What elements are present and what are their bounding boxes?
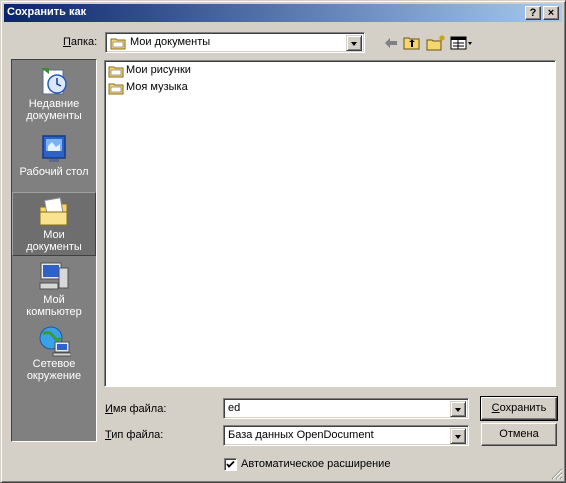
auto-extension-checkbox[interactable] xyxy=(224,458,237,471)
place-my-documents-line2: документы xyxy=(26,241,82,253)
back-icon xyxy=(385,38,397,48)
filename-label: Имя файла: xyxy=(105,403,167,415)
file-name: Мои рисунки xyxy=(126,64,191,76)
folder-value: Мои документы xyxy=(130,36,211,48)
desktop-icon xyxy=(42,135,66,162)
view-menu-icon xyxy=(450,36,472,50)
save-button[interactable]: Сохранить xyxy=(480,396,558,421)
window-title: Сохранить как xyxy=(7,6,87,18)
filetype-dropdown-button[interactable] xyxy=(450,428,466,444)
auto-extension-label[interactable]: Автоматическое расширение xyxy=(241,458,390,470)
back-button[interactable] xyxy=(381,34,401,52)
folder-dropdown-button[interactable] xyxy=(346,35,362,51)
filename-dropdown-button[interactable] xyxy=(450,401,466,417)
file-list[interactable]: Мои рисунки Моя музыка xyxy=(104,60,556,387)
new-folder-button[interactable] xyxy=(425,34,445,52)
cancel-button[interactable]: Отмена xyxy=(481,423,557,446)
place-my-documents[interactable]: Мои документы xyxy=(12,192,96,256)
filetype-label: Тип файла: xyxy=(105,429,164,441)
check-icon xyxy=(226,460,235,468)
new-folder-icon xyxy=(426,35,445,51)
filetype-select[interactable]: База данных OpenDocument xyxy=(223,425,469,446)
view-menu-button[interactable] xyxy=(450,34,474,52)
place-desktop[interactable]: Рабочий стол xyxy=(12,130,96,192)
place-my-computer[interactable]: Мой компьютер xyxy=(12,260,96,322)
place-recent-line2: документы xyxy=(26,110,82,122)
folder-combobox[interactable]: Мои документы xyxy=(105,32,365,53)
folder-icon xyxy=(110,38,126,50)
filename-value: ed xyxy=(228,402,241,414)
up-folder-button[interactable] xyxy=(402,34,422,52)
place-network-line1: Сетевое xyxy=(32,358,76,370)
filename-input[interactable]: ed xyxy=(223,398,469,419)
places-bar: Недавние документы Рабочий стол Мои доку… xyxy=(11,59,97,442)
resize-grip-icon[interactable] xyxy=(551,468,563,480)
network-icon xyxy=(39,326,71,357)
my-computer-icon xyxy=(39,262,69,290)
place-recent-documents[interactable]: Недавние документы xyxy=(12,62,96,128)
close-button[interactable]: × xyxy=(543,6,559,20)
place-my-documents-line1: Мои xyxy=(43,229,65,241)
folder-label: Папка: xyxy=(63,36,98,48)
folder-icon xyxy=(108,66,124,78)
filetype-value: База данных OpenDocument xyxy=(228,429,374,441)
place-recent-line1: Недавние xyxy=(28,98,80,110)
save-as-dialog: Сохранить как ? × Папка: Мои документы Н… xyxy=(0,0,566,483)
recent-documents-icon xyxy=(41,68,67,95)
place-my-computer-line1: Мой xyxy=(43,294,65,306)
file-name: Моя музыка xyxy=(126,81,188,93)
place-my-computer-line2: компьютер xyxy=(26,306,82,318)
place-desktop-label: Рабочий стол xyxy=(19,166,89,178)
my-documents-icon xyxy=(39,197,68,226)
place-network[interactable]: Сетевое окружение xyxy=(12,324,96,390)
folder-icon xyxy=(108,83,124,95)
up-folder-icon xyxy=(403,37,420,50)
help-button[interactable]: ? xyxy=(525,6,541,20)
place-network-line2: окружение xyxy=(26,370,82,382)
title-bar[interactable]: Сохранить как ? × xyxy=(4,4,562,22)
